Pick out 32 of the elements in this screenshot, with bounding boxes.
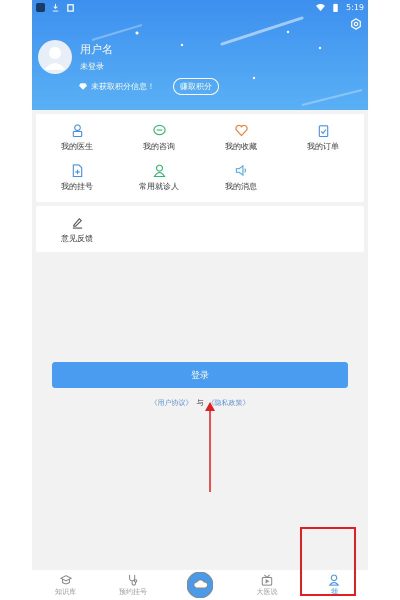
person-icon xyxy=(152,164,166,177)
pen-icon xyxy=(70,216,84,229)
speaker-icon xyxy=(234,164,248,177)
feedback-item[interactable]: 意见反馈 xyxy=(36,216,118,244)
avatar-icon[interactable] xyxy=(38,40,72,74)
menu-item[interactable]: 我的挂号 xyxy=(36,164,118,192)
diamond-icon xyxy=(79,83,87,90)
status-time: 5:19 xyxy=(346,2,364,12)
user-icon xyxy=(328,574,340,586)
menu-item[interactable]: 我的收藏 xyxy=(200,124,282,152)
doctor-icon xyxy=(70,124,84,137)
menu-item[interactable]: 我的医生 xyxy=(36,124,118,152)
battery-icon xyxy=(331,2,340,12)
register-icon xyxy=(70,164,84,177)
menu-item[interactable]: 常用就诊人 xyxy=(118,164,200,192)
points-message: 未获取积分信息！ xyxy=(91,81,155,92)
menu-item[interactable]: 我的消息 xyxy=(200,164,282,192)
heart-icon xyxy=(234,124,248,137)
stethoscope-icon xyxy=(126,574,139,586)
cap-icon xyxy=(60,574,72,586)
login-status: 未登录 xyxy=(80,61,105,72)
menu-item[interactable]: 我的咨询 xyxy=(118,124,200,152)
download-icon xyxy=(51,2,60,12)
clipboard-icon xyxy=(316,124,330,137)
chat-icon xyxy=(152,124,166,137)
tv-icon xyxy=(261,574,274,586)
menu-item[interactable]: 我的订单 xyxy=(282,124,364,152)
notification-icon xyxy=(66,2,75,12)
wifi-icon xyxy=(316,2,326,12)
settings-icon[interactable] xyxy=(350,18,362,30)
username: 用户名 xyxy=(80,42,113,57)
highlight-overlay xyxy=(300,527,356,596)
